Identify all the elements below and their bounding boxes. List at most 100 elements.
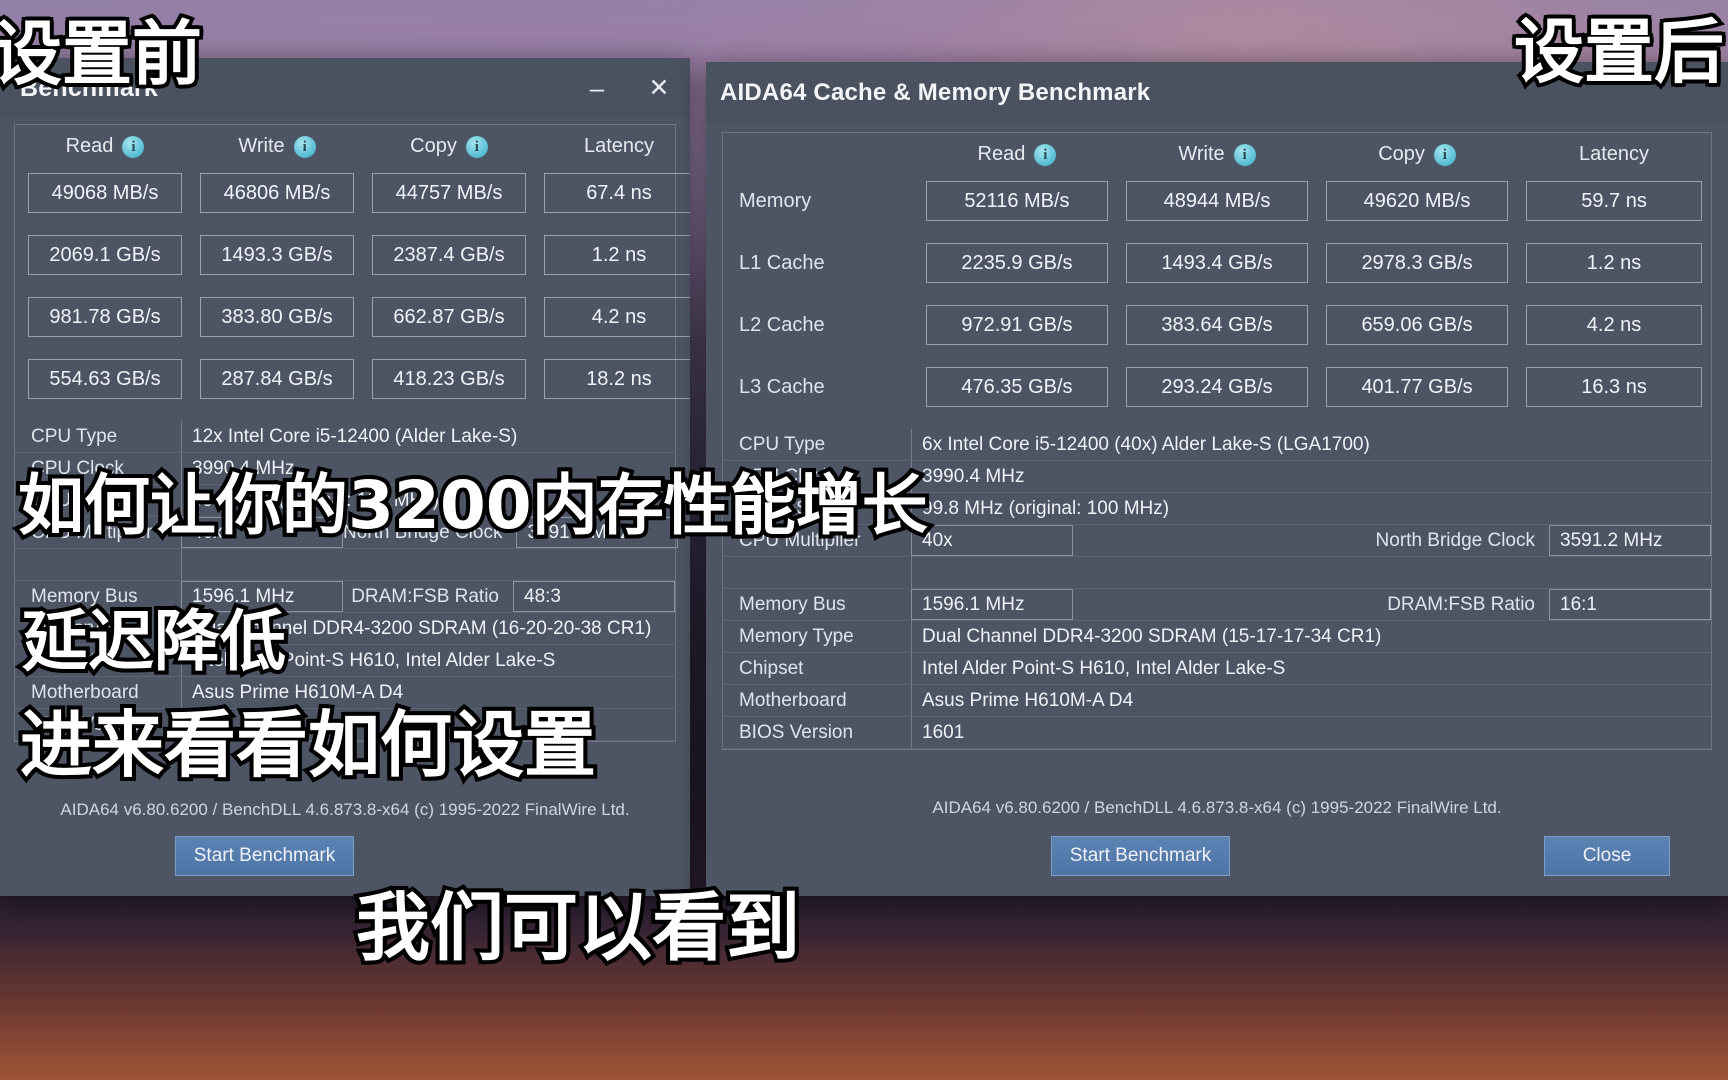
column-header-write: Write i xyxy=(1117,133,1317,175)
cell-copy: 49620 MB/s xyxy=(1317,175,1517,237)
cell-latency: 1.2 ns xyxy=(535,229,690,291)
info-value-cpu-clock: 3990.4 MHz xyxy=(181,453,675,484)
column-header-latency-label: Latency xyxy=(583,135,655,157)
column-header-write-label: Write xyxy=(1178,143,1225,165)
minimize-button[interactable]: – xyxy=(566,58,628,118)
row-label-l1: L1 Cache xyxy=(739,251,825,274)
info-icon-read[interactable]: i xyxy=(1034,143,1057,166)
titlebar-right[interactable]: AIDA64 Cache & Memory Benchmark xyxy=(706,62,1728,124)
cell-write: 383.80 GB/s xyxy=(191,291,363,353)
cell-read: 52116 MB/s xyxy=(917,175,1117,237)
cell-latency: 59.7 ns xyxy=(1517,175,1711,237)
button-bar-left: Start Benchmark xyxy=(0,836,690,876)
row-label-header xyxy=(723,133,917,175)
info-icon-write[interactable]: i xyxy=(1233,143,1256,166)
cell-latency: 18.2 ns xyxy=(535,353,690,415)
footer-version-left: AIDA64 v6.80.6200 / BenchDLL 4.6.873.8-x… xyxy=(60,800,630,819)
info-value-cpu-type: 12x Intel Core i5-12400 (Alder Lake-S) xyxy=(181,421,675,452)
info-row-spacer xyxy=(15,549,675,581)
info-label-memory-bus: Memory Bus xyxy=(739,593,846,615)
benchmark-results-panel-right: Read i Write i Copy i Latency Memory 52116 … xyxy=(722,132,1712,427)
info-icon-copy[interactable]: i xyxy=(1433,143,1456,166)
column-header-write-label: Write xyxy=(238,135,285,157)
table-row: 49068 MB/s 46806 MB/s 44757 MB/s 67.4 ns xyxy=(15,167,690,229)
info-value-bios: 1601 xyxy=(911,717,1711,748)
info-row-bios: BIOS Version 1601 xyxy=(15,709,675,741)
system-info-panel-right: CPU Type 6x Intel Core i5-12400 (40x) Al… xyxy=(722,427,1712,750)
info-label-bios: BIOS Version xyxy=(739,721,854,743)
start-benchmark-label: Start Benchmark xyxy=(1069,845,1212,866)
cell-read: 554.63 GB/s xyxy=(19,353,191,415)
value-write: 383.64 GB/s xyxy=(1125,305,1309,345)
table-row: 554.63 GB/s 287.84 GB/s 418.23 GB/s 18.2… xyxy=(15,353,690,415)
value-read: 2069.1 GB/s xyxy=(28,235,182,275)
table-row: 981.78 GB/s 383.80 GB/s 662.87 GB/s 4.2 … xyxy=(15,291,690,353)
table-row: 2069.1 GB/s 1493.3 GB/s 2387.4 GB/s 1.2 … xyxy=(15,229,690,291)
info-value-cpu-multiplier: 40x xyxy=(181,517,343,548)
value-read: 981.78 GB/s xyxy=(28,297,182,337)
value-copy: 659.06 GB/s xyxy=(1326,305,1509,345)
column-header-latency: Latency xyxy=(535,125,690,167)
value-latency: 67.4 ns xyxy=(544,173,690,213)
window-title-left: Benchmark xyxy=(20,73,158,102)
info-value-chipset: Intel Alder Point-S H610, Intel Alder La… xyxy=(911,653,1711,684)
value-write: 1493.4 GB/s xyxy=(1125,243,1309,283)
column-header-read: Read i xyxy=(19,125,191,167)
info-label-dram-fsb: DRAM:FSB Ratio xyxy=(1387,593,1535,615)
cell-write: 46806 MB/s xyxy=(191,167,363,229)
info-label-north-bridge: North Bridge Clock xyxy=(343,521,503,543)
value-copy: 418.23 GB/s xyxy=(372,359,526,399)
row-label-l3: L3 Cache xyxy=(739,375,825,398)
info-row-chipset: Chipset Intel Alder Point-S H610, Intel … xyxy=(15,645,675,677)
info-label-cpu-clock: CPU Clock xyxy=(739,465,832,487)
info-icon-write[interactable]: i xyxy=(293,135,316,158)
column-header-latency-label: Latency xyxy=(1579,143,1650,165)
column-header-latency: Latency xyxy=(1517,133,1711,175)
info-row-cpu-fsb: CPU FSB 99.8 MHz (original: 100 MHz) xyxy=(723,493,1711,525)
value-copy: 662.87 GB/s xyxy=(372,297,526,337)
cell-latency: 1.2 ns xyxy=(1517,237,1711,299)
close-icon[interactable]: ✕ xyxy=(628,58,690,118)
cell-read: 49068 MB/s xyxy=(19,167,191,229)
info-row-cpu-clock: CPU Clock 3990.4 MHz xyxy=(723,461,1711,493)
close-button[interactable]: Close xyxy=(1544,836,1670,876)
value-read: 2235.9 GB/s xyxy=(925,243,1108,283)
info-icon-read[interactable]: i xyxy=(122,135,145,158)
info-row-spacer xyxy=(723,557,1711,589)
cell-copy: 659.06 GB/s xyxy=(1317,299,1517,361)
info-row-motherboard: Motherboard Asus Prime H610M-A D4 xyxy=(723,685,1711,717)
cell-write: 287.84 GB/s xyxy=(191,353,363,415)
info-label-bios: BIOS Version xyxy=(31,713,146,735)
start-benchmark-label: Start Benchmark xyxy=(193,845,336,866)
cell-latency: 4.2 ns xyxy=(535,291,690,353)
value-write: 1493.3 GB/s xyxy=(200,235,354,275)
value-read: 49068 MB/s xyxy=(28,173,182,213)
info-icon-copy[interactable]: i xyxy=(465,135,488,158)
titlebar-left[interactable]: Benchmark – ✕ xyxy=(0,58,690,118)
info-value-memory-bus: 1596.1 MHz xyxy=(911,589,1073,620)
start-benchmark-button[interactable]: Start Benchmark xyxy=(175,836,354,876)
info-value-bios: 1601 xyxy=(181,709,675,740)
value-latency: 4.2 ns xyxy=(1526,305,1702,345)
column-header-read-label: Read xyxy=(977,143,1026,165)
start-benchmark-button[interactable]: Start Benchmark xyxy=(1051,836,1230,876)
value-write: 48944 MB/s xyxy=(1125,181,1309,221)
value-write: 383.80 GB/s xyxy=(200,297,354,337)
info-label-motherboard: Motherboard xyxy=(31,681,139,703)
table-row: L1 Cache 2235.9 GB/s 1493.4 GB/s 2978.3 … xyxy=(723,237,1711,299)
info-row-cpu-type: CPU Type 12x Intel Core i5-12400 (Alder … xyxy=(15,421,675,453)
info-value-motherboard: Asus Prime H610M-A D4 xyxy=(181,677,675,708)
value-read: 476.35 GB/s xyxy=(925,367,1108,407)
info-value-memory-type: Dual Channel DDR4-3200 SDRAM (16-20-20-3… xyxy=(181,613,675,644)
info-label-chipset: Chipset xyxy=(31,649,96,671)
info-value-north-bridge: 3591.2 MHz xyxy=(516,517,679,548)
info-label-memory-type: Memory Type xyxy=(31,617,146,639)
info-value-cpu-multiplier: 40x xyxy=(911,525,1073,556)
info-label-cpu-multiplier: CPU Multiplier xyxy=(31,521,153,543)
info-label-north-bridge: North Bridge Clock xyxy=(1375,529,1535,551)
column-header-read-label: Read xyxy=(65,135,114,157)
row-label-memory: Memory xyxy=(739,189,812,212)
value-write: 293.24 GB/s xyxy=(1125,367,1309,407)
value-latency: 16.3 ns xyxy=(1526,367,1702,407)
info-value-cpu-fsb: 99.8 MHz (original: 100 MHz) xyxy=(181,485,675,516)
